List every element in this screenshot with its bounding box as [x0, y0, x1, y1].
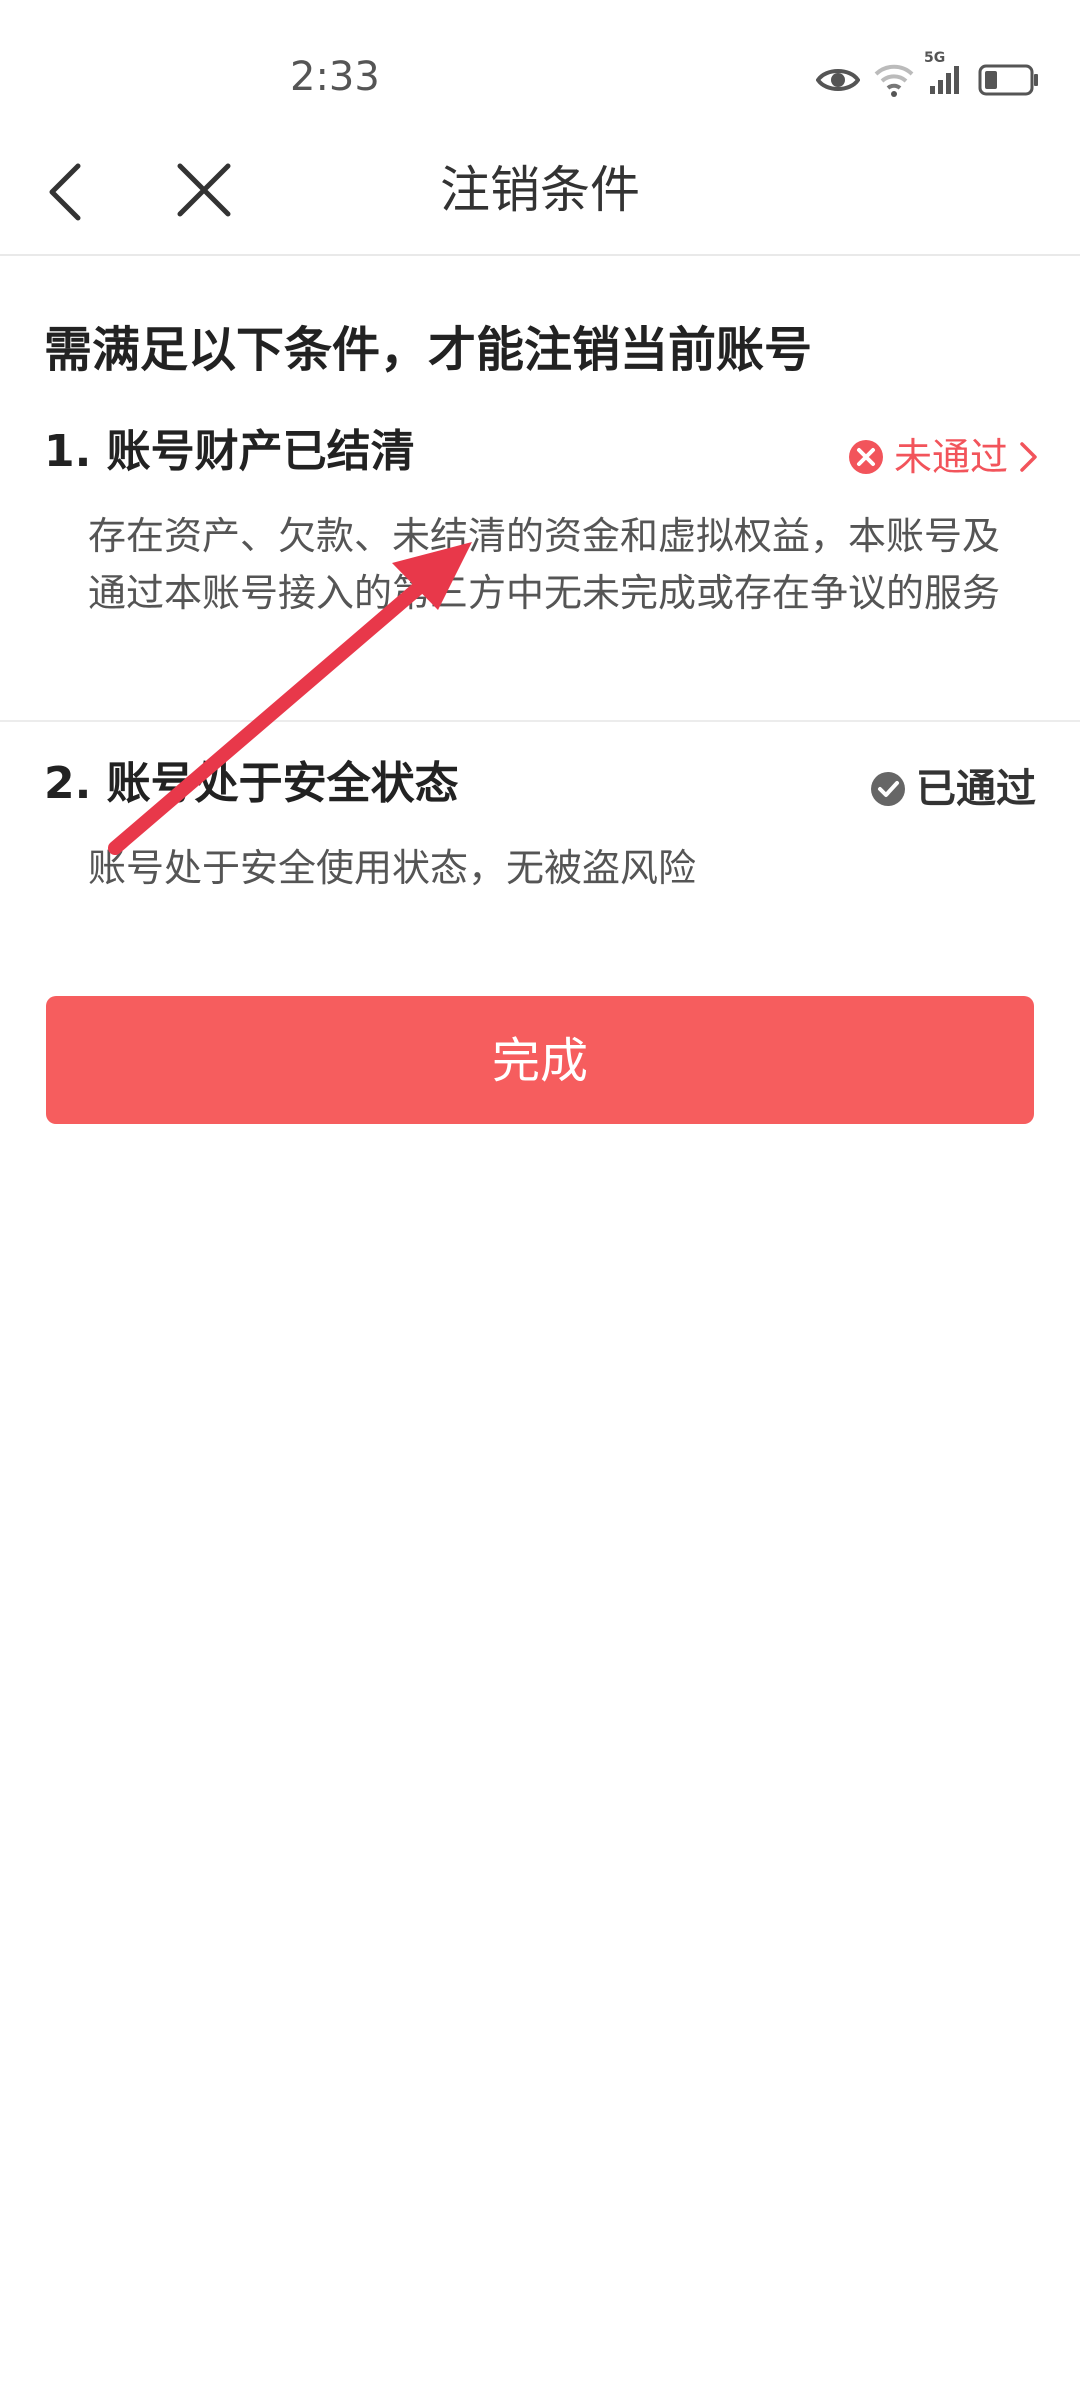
condition-item-security: 2. 账号处于安全状态 已通过 账号处于安全使用状态，无被盗风险: [0, 752, 1080, 902]
condition-title: 1. 账号财产已结清: [44, 426, 415, 477]
condition-status-passed: 已通过: [870, 762, 1036, 816]
nav-bar: 注销条件: [0, 130, 1080, 256]
check-circle-icon: [871, 772, 905, 806]
status-label: 未通过: [893, 435, 1008, 479]
status-bar: 2:33 5G: [0, 0, 1080, 130]
cellular-signal-icon: 5G: [924, 50, 964, 96]
condition-item-assets: 1. 账号财产已结清 未通过 存在资产、欠款、未结清的资金和虚拟权益，本账号及通…: [0, 420, 1080, 722]
done-button[interactable]: 完成: [46, 996, 1034, 1124]
condition-status-failed[interactable]: 未通过: [848, 430, 1040, 484]
condition-title: 2. 账号处于安全状态: [44, 758, 459, 809]
conditions-heading: 需满足以下条件，才能注销当前账号: [44, 322, 813, 378]
condition-description: 存在资产、欠款、未结清的资金和虚拟权益，本账号及通过本账号接入的第三方中无未完成…: [88, 514, 1001, 615]
status-label: 已通过: [916, 766, 1036, 812]
condition-description: 账号处于安全使用状态，无被盗风险: [88, 846, 697, 890]
eye-icon: [816, 65, 860, 95]
status-time: 2:33: [290, 54, 380, 100]
failed-x-icon: [848, 440, 883, 474]
page-title: 注销条件: [440, 161, 640, 219]
status-icons: 5G: [816, 50, 1040, 102]
battery-icon: [978, 63, 1040, 97]
wifi-icon: [874, 62, 914, 98]
network-type: 5G: [924, 50, 946, 66]
chevron-right-icon: [1020, 442, 1037, 472]
screen: 2:33 5G 注销条件 需满足以下条件，才能注销当前账号 1. 账号财产已结清…: [0, 0, 1080, 2400]
